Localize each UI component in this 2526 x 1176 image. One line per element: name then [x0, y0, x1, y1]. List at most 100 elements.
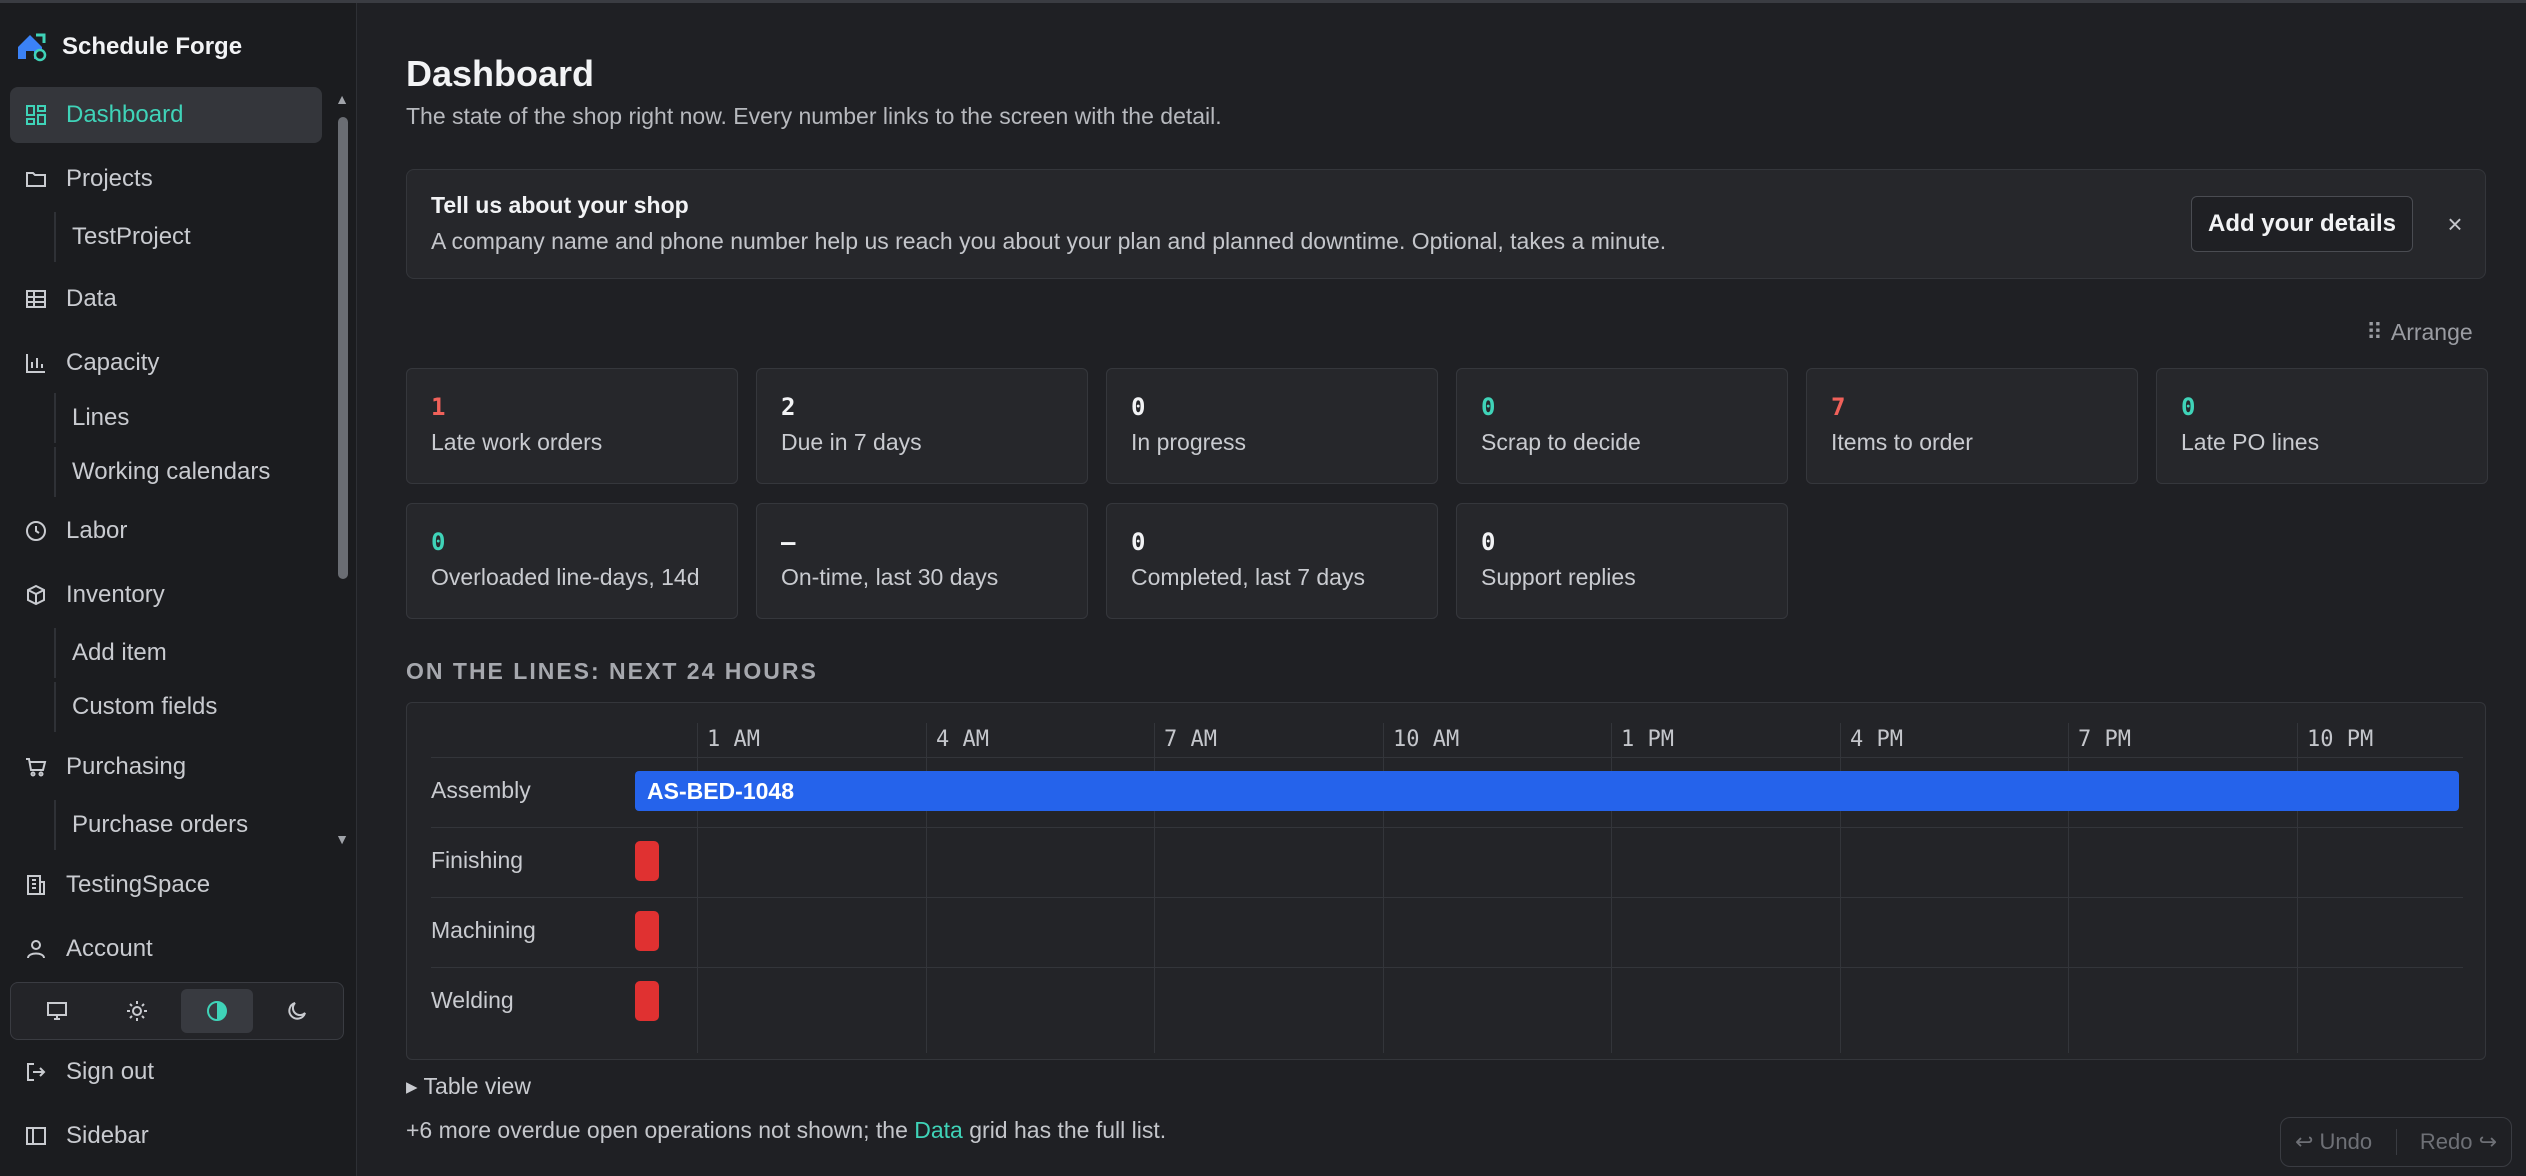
- table-view-toggle[interactable]: ▸ Table view: [406, 1073, 531, 1100]
- app-name: Schedule Forge: [62, 33, 243, 60]
- scrollbar-thumb[interactable]: [338, 117, 348, 579]
- overdue-marker-finishing[interactable]: [635, 841, 659, 881]
- footnote-text-before: +6 more overdue open operations not show…: [406, 1117, 915, 1143]
- kpi-value: 0: [1131, 528, 1146, 556]
- nav-projects[interactable]: Projects: [10, 151, 322, 207]
- hour-tick-label: 4 AM: [936, 727, 989, 752]
- hour-tick-label: 10 AM: [1393, 727, 1460, 752]
- work-order-bar-assembly[interactable]: AS-BED-1048: [635, 771, 2459, 811]
- hour-tick-label: 1 PM: [1621, 727, 1674, 752]
- line-row-machining: Machining: [431, 917, 536, 943]
- kpi-card-on-time[interactable]: – On-time, last 30 days: [756, 503, 1088, 619]
- kpi-card-completed[interactable]: 0 Completed, last 7 days: [1106, 503, 1438, 619]
- row-divider: [431, 967, 2463, 968]
- lines-timeline: 1 AM 4 AM 7 AM 10 AM 1 PM 4 PM 7 PM 10 P…: [406, 702, 2486, 1060]
- kpi-value: 2: [781, 393, 796, 421]
- kpi-label: Late PO lines: [2181, 429, 2320, 455]
- kpi-card-support-replies[interactable]: 0 Support replies: [1456, 503, 1788, 619]
- nav-inventory-label: Inventory: [66, 581, 165, 608]
- nav-account[interactable]: Account: [10, 921, 322, 977]
- scroll-up-arrow-icon[interactable]: ▲: [334, 91, 350, 107]
- theme-switcher: [10, 982, 344, 1040]
- onboarding-banner: Tell us about your shop A company name a…: [406, 169, 2486, 279]
- kpi-card-due-in-7-days[interactable]: 2 Due in 7 days: [756, 368, 1088, 484]
- kpi-card-scrap-to-decide[interactable]: 0 Scrap to decide: [1456, 368, 1788, 484]
- nav-sign-out[interactable]: Sign out: [10, 1044, 322, 1100]
- kpi-card-late-work-orders[interactable]: 1 Late work orders: [406, 368, 738, 484]
- kpi-card-in-progress[interactable]: 0 In progress: [1106, 368, 1438, 484]
- kpi-label: Overloaded line-days, 14d: [431, 564, 700, 590]
- building-icon: [27, 875, 45, 895]
- nav-dashboard-label: Dashboard: [66, 101, 184, 128]
- nav-data-label: Data: [66, 285, 117, 312]
- nav-inventory[interactable]: Inventory: [10, 567, 322, 623]
- theme-contrast-button[interactable]: [181, 989, 253, 1033]
- add-details-button[interactable]: Add your details: [2191, 196, 2413, 252]
- nav-test-project[interactable]: TestProject: [54, 212, 322, 262]
- nav-purchase-orders[interactable]: Purchase orders: [54, 800, 322, 850]
- kpi-value: 0: [1481, 528, 1496, 556]
- undo-label: Undo: [2319, 1129, 2373, 1154]
- nav-data[interactable]: Data: [10, 271, 322, 327]
- scroll-down-arrow-icon[interactable]: ▼: [334, 831, 350, 847]
- banner-title: Tell us about your shop: [431, 192, 689, 218]
- folder-icon: [26, 172, 46, 187]
- brand[interactable]: Schedule Forge: [14, 27, 242, 67]
- dashboard-icon: [26, 105, 46, 125]
- kpi-value: 1: [431, 393, 446, 421]
- nav-custom-fields[interactable]: Custom fields: [54, 682, 322, 732]
- nav-working-calendars[interactable]: Working calendars: [54, 447, 322, 497]
- redo-label: Redo: [2419, 1129, 2473, 1154]
- theme-system-button[interactable]: [21, 989, 93, 1033]
- nav-lines[interactable]: Lines: [54, 393, 322, 443]
- kpi-card-overloaded-line-days[interactable]: 0 Overloaded line-days, 14d: [406, 503, 738, 619]
- kpi-label: Late work orders: [431, 429, 603, 455]
- user-icon: [27, 940, 45, 959]
- nav-capacity[interactable]: Capacity: [10, 335, 322, 391]
- nav-testing-space-label: TestingSpace: [66, 871, 211, 898]
- close-icon[interactable]: ×: [2437, 206, 2473, 242]
- overdue-marker-welding[interactable]: [635, 981, 659, 1021]
- nav-sidebar-toggle[interactable]: Sidebar: [10, 1108, 322, 1164]
- kpi-label: Due in 7 days: [781, 429, 922, 455]
- page-subtitle: The state of the shop right now. Every n…: [406, 103, 1222, 129]
- arrange-button[interactable]: ⠿ Arrange: [2366, 319, 2473, 346]
- sign-out-icon: [27, 1063, 46, 1081]
- sidebar-scrollbar[interactable]: ▲ ▼: [334, 91, 350, 851]
- bar-chart-icon: [26, 354, 45, 373]
- nav-purchasing[interactable]: Purchasing: [10, 739, 322, 795]
- kpi-value: 0: [2181, 393, 2196, 421]
- hour-tick-label: 1 AM: [707, 727, 760, 752]
- theme-dark-button[interactable]: [261, 989, 333, 1033]
- redo-button[interactable]: Redo ↪: [2420, 1129, 2497, 1155]
- disclosure-triangle-icon: ▸: [406, 1073, 418, 1099]
- kpi-card-late-po-lines[interactable]: 0 Late PO lines: [2156, 368, 2488, 484]
- hour-tick-label: 10 PM: [2307, 727, 2374, 752]
- nav-dashboard[interactable]: Dashboard: [10, 87, 322, 143]
- row-divider: [431, 897, 2463, 898]
- lines-section-title: ON THE LINES: NEXT 24 HOURS: [406, 658, 818, 684]
- row-divider: [431, 827, 2463, 828]
- sun-icon: [127, 1001, 147, 1021]
- hour-tick-label: 4 PM: [1850, 727, 1903, 752]
- sidebar: Schedule Forge Dashboard Projects TestPr…: [0, 3, 357, 1176]
- nav-testing-space[interactable]: TestingSpace: [10, 857, 322, 913]
- monitor-icon: [47, 1002, 67, 1020]
- kpi-label: Support replies: [1481, 564, 1636, 590]
- theme-light-button[interactable]: [101, 989, 173, 1033]
- hour-tick-label: 7 PM: [2078, 727, 2131, 752]
- nav-add-item[interactable]: Add item: [54, 628, 322, 678]
- nav-sidebar-label: Sidebar: [66, 1122, 149, 1149]
- cart-icon: [26, 758, 47, 777]
- overdue-footnote: +6 more overdue open operations not show…: [406, 1117, 1166, 1144]
- undo-redo-control: ↩ Undo Redo ↪: [2280, 1117, 2512, 1167]
- nav-labor[interactable]: Labor: [10, 503, 322, 559]
- moon-icon: [288, 1002, 306, 1020]
- data-grid-link[interactable]: Data: [914, 1117, 963, 1143]
- table-icon: [26, 290, 46, 308]
- kpi-label: Scrap to decide: [1481, 429, 1641, 455]
- page-title: Dashboard: [406, 53, 595, 94]
- kpi-card-items-to-order[interactable]: 7 Items to order: [1806, 368, 2138, 484]
- overdue-marker-machining[interactable]: [635, 911, 659, 951]
- undo-button[interactable]: ↩ Undo: [2295, 1129, 2372, 1155]
